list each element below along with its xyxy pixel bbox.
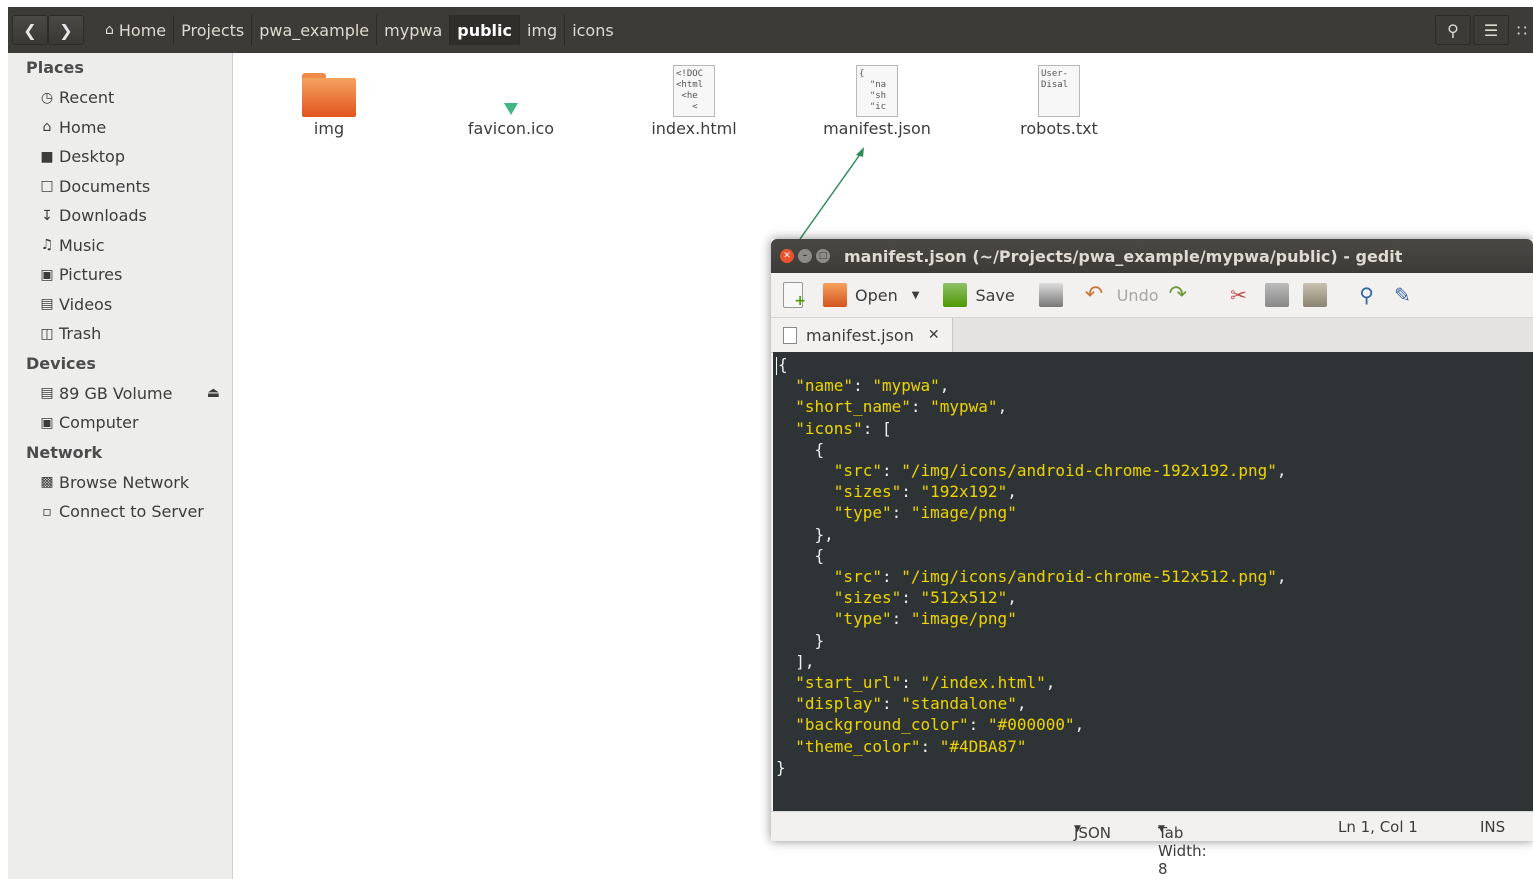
save-button[interactable]: Save	[943, 273, 1018, 317]
chevron-down-icon: ▼	[1074, 824, 1081, 834]
file-icon	[783, 326, 797, 344]
find-button[interactable]: ⚲	[1355, 273, 1387, 317]
new-document-icon: +	[783, 282, 806, 309]
document-tabs: manifest.json ✕	[771, 318, 1533, 353]
print-icon	[1038, 283, 1063, 307]
code-line: },	[776, 524, 834, 544]
minimize-window-button[interactable]: –	[798, 249, 812, 263]
code-line: "sizes": "512x512",	[833, 588, 1017, 608]
print-button[interactable]	[1038, 273, 1071, 317]
close-window-button[interactable]: ✕	[780, 249, 794, 263]
chevron-down-icon: ▼	[1158, 824, 1165, 834]
maximize-icon: □	[818, 251, 828, 261]
replace-button[interactable]: ✎	[1391, 273, 1423, 317]
cut-icon: ✂	[1230, 283, 1247, 307]
search-icon: ⚲	[1359, 283, 1374, 307]
code-line: "name": "mypwa",	[795, 376, 950, 396]
code-editor[interactable]: { "name": "mypwa", "short_name": "mypwa"…	[773, 352, 1533, 812]
minimize-icon: –	[802, 251, 808, 261]
code-line: "sizes": "192x192",	[833, 482, 1017, 502]
code-line: "start_url": "/index.html",	[795, 673, 1056, 693]
code-line: {	[776, 545, 825, 565]
code-line: "type": "image/png"	[833, 609, 1017, 629]
code-line: "short_name": "mypwa",	[795, 397, 1008, 417]
undo-icon: ↶	[1084, 282, 1104, 307]
tab-manifest-json[interactable]: manifest.json ✕	[771, 318, 953, 352]
code-line: }	[776, 630, 825, 650]
find-replace-icon: ✎	[1394, 283, 1411, 307]
window-title: manifest.json (~/Projects/pwa_example/my…	[844, 246, 1403, 266]
code-line: {	[776, 355, 788, 375]
text-cursor	[776, 356, 777, 375]
code-line: "theme_color": "#4DBA87"	[795, 736, 1027, 756]
cut-button[interactable]: ✂	[1227, 273, 1259, 317]
copy-icon	[1264, 283, 1289, 307]
redo-icon: ↷	[1168, 282, 1187, 307]
code-line: "display": "standalone",	[795, 694, 1027, 714]
gedit-toolbar: + Open ▼ Save ↶ Undo ↷ ✂ ⚲ ✎	[771, 273, 1533, 318]
status-bar: JSON ▼ Tab Width: 8 ▼ Ln 1, Col 1 INS	[771, 811, 1533, 878]
code-line: "background_color": "#000000",	[795, 715, 1085, 735]
code-line: {	[776, 439, 825, 459]
redo-button[interactable]: ↷	[1169, 273, 1201, 317]
code-line: ],	[776, 651, 815, 671]
open-folder-icon	[823, 283, 847, 307]
cursor-position: Ln 1, Col 1	[1338, 818, 1418, 836]
undo-button[interactable]: ↶ Undo	[1085, 273, 1163, 317]
code-line: "src": "/img/icons/android-chrome-192x19…	[833, 461, 1287, 481]
maximize-window-button[interactable]: □	[816, 249, 830, 263]
gedit-titlebar: ✕ – □ manifest.json (~/Projects/pwa_exam…	[771, 239, 1533, 273]
paste-icon	[1302, 283, 1327, 307]
paste-button[interactable]	[1302, 273, 1335, 317]
copy-button[interactable]	[1264, 273, 1297, 317]
new-document-button[interactable]: +	[783, 273, 811, 317]
insert-mode: INS	[1480, 818, 1506, 836]
save-icon	[943, 283, 968, 307]
close-icon: ✕	[783, 251, 791, 261]
code-line: "icons": [	[795, 418, 892, 438]
close-tab-icon[interactable]: ✕	[928, 327, 940, 343]
gedit-window: ✕ – □ manifest.json (~/Projects/pwa_exam…	[771, 239, 1533, 878]
chevron-down-icon[interactable]: ▼	[912, 290, 920, 301]
code-line: }	[776, 757, 786, 777]
code-line: "type": "image/png"	[833, 503, 1017, 523]
open-button[interactable]: Open ▼	[823, 273, 919, 317]
code-line: "src": "/img/icons/android-chrome-512x51…	[833, 567, 1287, 587]
